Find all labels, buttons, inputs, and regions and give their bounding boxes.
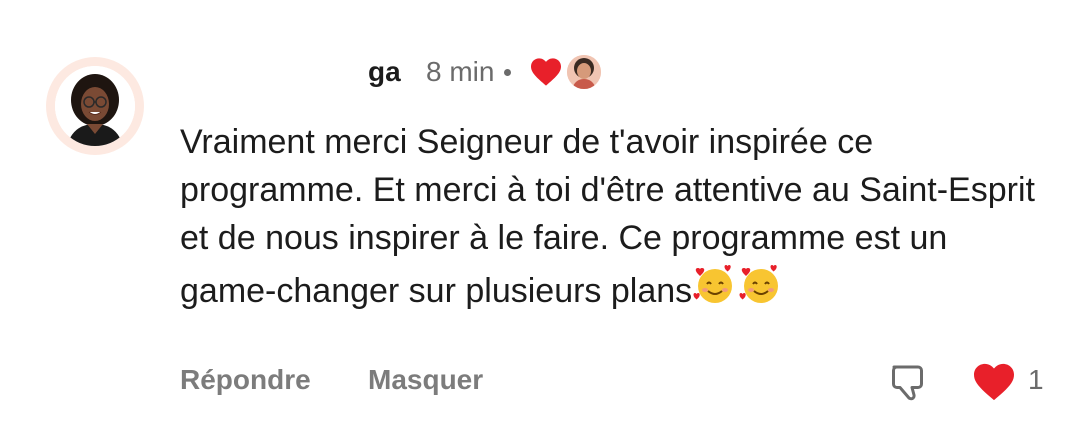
author-avatar[interactable]	[46, 57, 144, 155]
creator-heart-icon	[531, 58, 562, 86]
like-count: 1	[1028, 364, 1044, 395]
comment-text-content: Vraiment merci Seigneur de t'avoir inspi…	[180, 123, 1035, 310]
separator-dot	[504, 68, 512, 76]
thumbs-down-icon[interactable]	[886, 360, 930, 404]
avatar-photo	[55, 66, 135, 146]
comment-card: ga 8 min Vraiment merci Seigneur de t'av…	[0, 0, 1080, 445]
reply-button[interactable]: Répondre	[180, 364, 311, 396]
author-name[interactable]: ga	[368, 56, 406, 88]
smiling-face-with-hearts-icon	[693, 265, 733, 303]
comment-timestamp: 8 min	[426, 56, 495, 87]
smiling-face-with-hearts-icon	[739, 265, 779, 303]
hide-button[interactable]: Masquer	[368, 364, 483, 396]
heart-filled-icon[interactable]	[972, 362, 1016, 402]
comment-actions: Répondre Masquer 1	[180, 360, 1046, 404]
comment-header: ga 8 min	[368, 52, 602, 92]
comment-text: Vraiment merci Seigneur de t'avoir inspi…	[180, 118, 1040, 315]
creator-avatar	[567, 55, 602, 89]
